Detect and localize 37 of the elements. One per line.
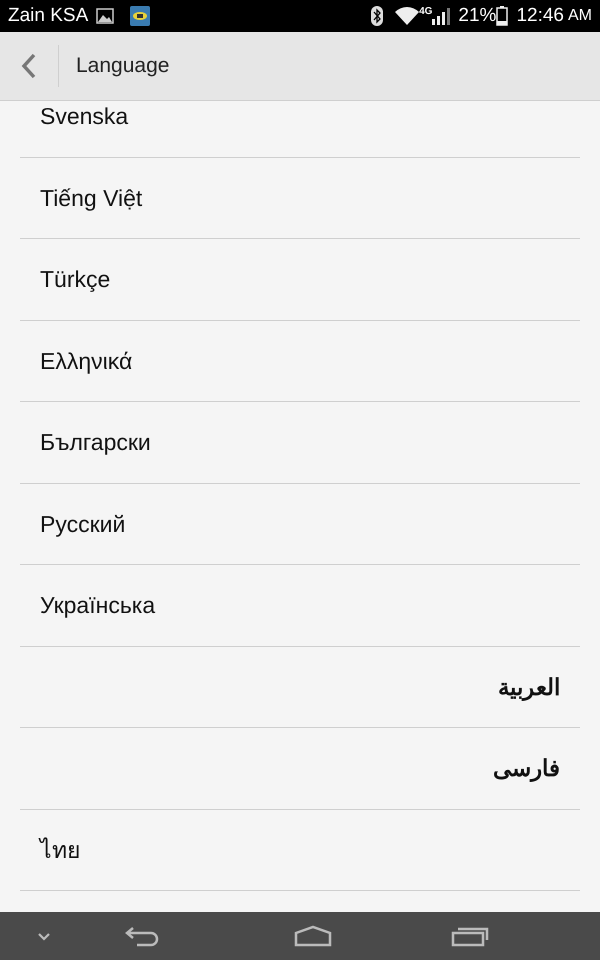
home-icon [294,925,332,947]
language-name: ไทย [40,836,80,864]
language-name: Ελληνικά [40,346,132,376]
app-icon [130,6,150,26]
language-name: Tiếng Việt [40,184,142,213]
language-name: فارسی [493,754,560,784]
language-item[interactable]: العربية [20,646,580,728]
language-name: Български [40,428,151,457]
back-icon [21,53,37,79]
language-item[interactable]: Русский [20,484,580,565]
clock-ampm: AM [568,6,592,26]
language-name: Türkçe [40,265,110,294]
back-arrow-icon [124,925,160,947]
language-item[interactable]: ไทย [20,810,580,891]
language-item[interactable]: Tiếng Việt [20,158,580,239]
language-name: Svenska [40,102,128,131]
clock-time: 12:46 [516,4,564,28]
battery-level: 21% [458,4,496,28]
signal-icon [432,7,450,25]
screen-title: Language [76,53,170,80]
language-item[interactable]: Українська [20,565,580,646]
language-item[interactable]: Български [20,402,580,484]
language-item[interactable]: Türkçe [20,239,580,320]
carrier-name: Zain KSA [8,4,88,28]
language-item[interactable]: فارسی [20,728,580,810]
language-item[interactable]: Ελληνικά [20,320,580,402]
chevron-down-icon [37,932,51,940]
language-item[interactable]: Svenska [20,101,580,158]
image-icon [96,8,114,24]
bluetooth-icon [371,6,384,26]
recent-apps-icon [451,925,489,947]
battery-icon [496,6,508,26]
language-name: العربية [498,672,560,703]
wifi-icon [395,7,420,25]
language-name: Українська [40,591,156,620]
language-name: Русский [40,510,126,539]
network-type: 4G [419,5,432,19]
